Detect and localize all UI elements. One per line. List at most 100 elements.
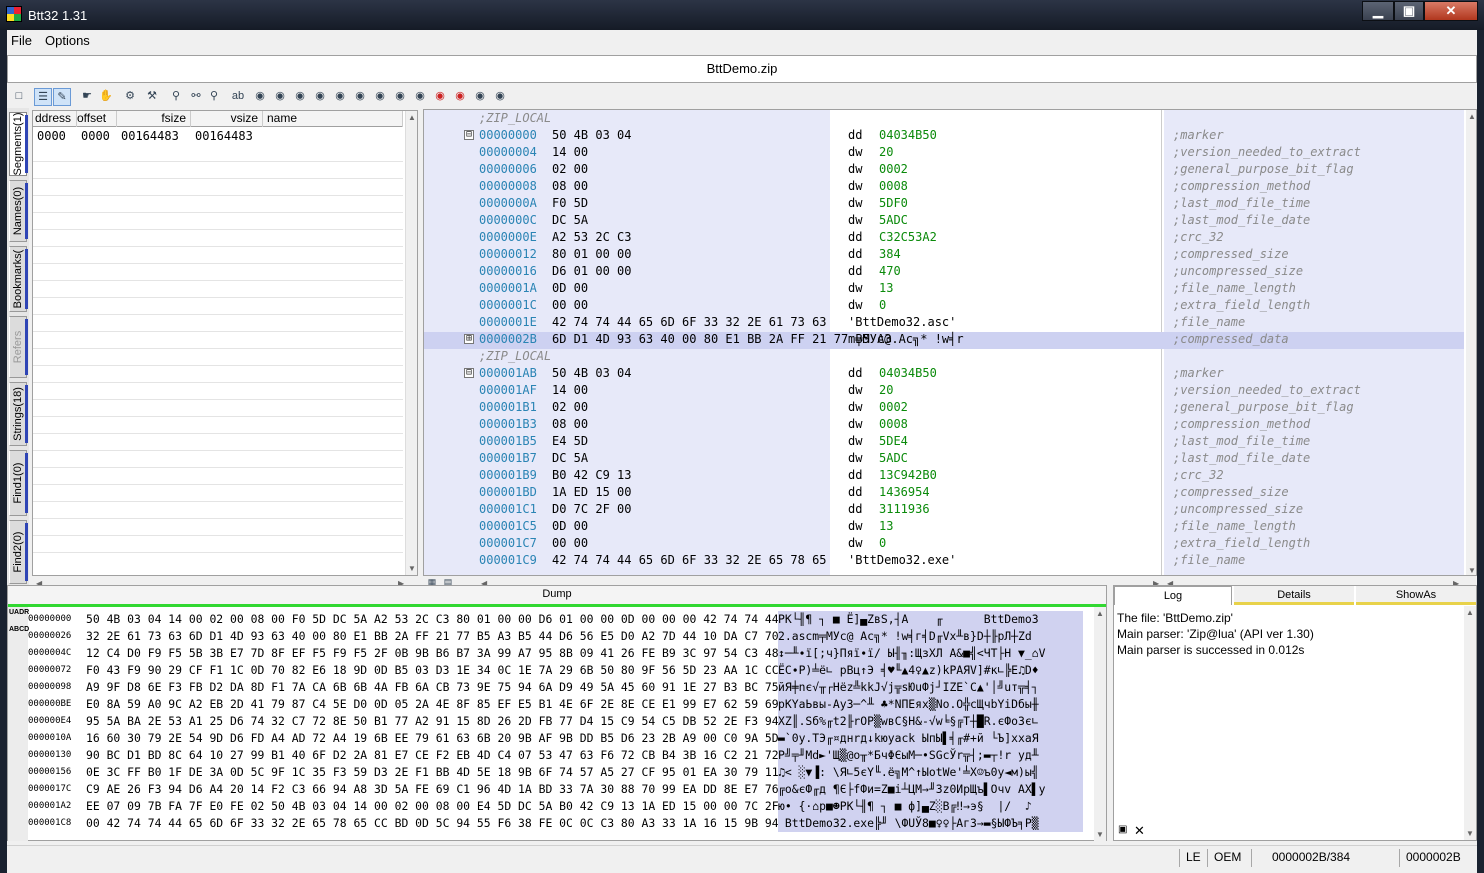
disasm-line[interactable]: 0000001C 00 00 dw 0 ;extra_field_length [424, 297, 1464, 314]
scroll-up-icon[interactable]: ▲ [408, 113, 416, 122]
settings-icon[interactable]: ⚙ [121, 88, 139, 106]
nav-2-icon[interactable]: ◉ [271, 88, 289, 106]
dump-scrollbar[interactable]: ▲ ▼ [1094, 607, 1106, 841]
alert-2-icon[interactable]: ◉ [451, 88, 469, 106]
dump-row[interactable]: 00000098 A9 9F D8 6E F3 FB D2 DA 8D F1 7A… [8, 679, 1096, 696]
segments-list[interactable]: ddress offset fsize vsize name 0000 0000… [32, 110, 418, 576]
nav-1-icon[interactable]: ◉ [251, 88, 269, 106]
col-fsize[interactable]: fsize [117, 111, 191, 127]
scroll-up-icon[interactable]: ▲ [1096, 609, 1104, 618]
tab-details[interactable]: Details [1234, 586, 1354, 605]
section-header[interactable]: ;ZIP_LOCAL [424, 110, 1464, 127]
binoculars-icon[interactable]: ⚯ [187, 88, 205, 106]
disasm-line[interactable]: 000001AF 14 00 dw 20 ;version_needed_to_extr… [424, 382, 1464, 399]
text-ab-icon[interactable]: ab [229, 88, 247, 106]
nav-9-icon[interactable]: ◉ [411, 88, 429, 106]
disasm-line[interactable]: 000001B9 B0 42 C9 13 dd 13C942B0 ;crc_32 [424, 467, 1464, 484]
dump-row[interactable]: 0000004C 12 C4 D0 F9 F5 5B 3B E7 7D 8F EF… [8, 645, 1096, 662]
alert-1-icon[interactable]: ◉ [431, 88, 449, 106]
dump-row[interactable]: 000001C8 00 42 74 74 44 65 6D 6F 33 32 2E… [8, 815, 1096, 832]
disasm-line[interactable]: 0000001A 0D 00 dw 13 ;file_name_length [424, 280, 1464, 297]
disasm-line[interactable]: 00000006 02 00 dw 0002 ;general_purpose_bit_… [424, 161, 1464, 178]
nav-8-icon[interactable]: ◉ [391, 88, 409, 106]
app-icon[interactable] [6, 6, 22, 22]
disassembly-scrollbar[interactable]: ▲ ▼ [1466, 110, 1476, 575]
disasm-line[interactable]: ⊟ 00000000 50 4B 03 04 dd 04034B50 ;marker [424, 127, 1464, 144]
dump-panel[interactable]: Dump UADR ABCD 00000000 50 4B 03 04 14 00… [7, 585, 1107, 841]
col-name[interactable]: name [263, 111, 403, 127]
disasm-line[interactable]: 00000008 08 00 dw 0008 ;compression_method [424, 178, 1464, 195]
disasm-line[interactable]: 0000000C DC 5A dw 5ADC ;last_mod_file_date [424, 212, 1464, 229]
log-scrollbar[interactable]: ▲ ▼ [1464, 606, 1476, 840]
nav-4-icon[interactable]: ◉ [311, 88, 329, 106]
clear-log-icon[interactable]: ✕ [1134, 823, 1145, 839]
dump-row[interactable]: 00000130 90 BC D1 BD 8C 64 10 27 99 B1 40… [8, 747, 1096, 764]
tab-find2[interactable]: Find2(0) [9, 520, 28, 584]
tab-find1[interactable]: Find1(0) [9, 450, 28, 516]
view-list-icon[interactable]: ☰ [34, 88, 52, 106]
goto-icon[interactable]: ☛ [78, 88, 96, 106]
tab-bookmarks[interactable]: Bookmarks( [9, 246, 28, 312]
nav-11-icon[interactable]: ◉ [491, 88, 509, 106]
dump-row[interactable]: 00000156 0E 3C FF B0 1F DE 3A 0D 5C 9F 1C… [8, 764, 1096, 781]
tab-log[interactable]: Log [1114, 586, 1232, 605]
scroll-up-icon[interactable]: ▲ [1466, 608, 1474, 617]
new-file-icon[interactable]: □ [10, 88, 28, 106]
col-offset[interactable]: offset [77, 111, 117, 127]
col-address[interactable]: ddress [35, 111, 77, 127]
pin-icon[interactable]: ▣ [1118, 824, 1127, 835]
find-next-icon[interactable]: ⚲ [205, 88, 223, 106]
menu-options[interactable]: Options [45, 33, 90, 48]
menu-file[interactable]: File [11, 33, 32, 48]
col-vsize[interactable]: vsize [191, 111, 263, 127]
tab-showas[interactable]: ShowAs [1356, 586, 1476, 605]
nav-3-icon[interactable]: ◉ [291, 88, 309, 106]
disassembly-view[interactable]: ;ZIP_LOCAL ⊟ 00000000 50 4B 03 04 dd 04034B50… [423, 109, 1477, 576]
expand-icon[interactable]: ⊞ [464, 334, 474, 344]
disasm-line[interactable]: 00000004 14 00 dw 20 ;version_needed_to_extr… [424, 144, 1464, 161]
section-header[interactable]: ;ZIP_LOCAL [424, 348, 1464, 365]
disasm-line[interactable]: 000001B1 02 00 dw 0002 ;general_purpose_bit_… [424, 399, 1464, 416]
disasm-line[interactable]: 00000012 80 01 00 00 dd 384 ;compressed_size [424, 246, 1464, 263]
search-icon[interactable]: ⚲ [167, 88, 185, 106]
scroll-down-icon[interactable]: ▼ [1096, 830, 1104, 839]
collapse-icon[interactable]: ⊟ [464, 130, 474, 140]
maximize-button[interactable]: ▣ [1394, 1, 1424, 21]
dump-row[interactable]: 000000E4 95 5A BA 2E 53 A1 25 D6 74 32 C7… [8, 713, 1096, 730]
disasm-line[interactable]: 0000000E A2 53 2C C3 dd C32C53A2 ;crc_32 [424, 229, 1464, 246]
table-row[interactable]: 0000 0000 00164483 00164483 [33, 128, 403, 144]
dump-row[interactable]: 00000072 F0 43 F9 90 29 CF F1 1C 0D 70 82… [8, 662, 1096, 679]
disasm-line[interactable]: 00000016 D6 01 00 00 dd 470 ;uncompressed_si… [424, 263, 1464, 280]
disasm-line[interactable]: ⊞ 0000002B 6D D1 4D 93 63 40 00 80 E1 BB 2… [424, 331, 1464, 348]
disasm-line[interactable]: 000001B3 08 00 dw 0008 ;compression_method [424, 416, 1464, 433]
disasm-line[interactable]: 000001C7 00 00 dw 0 ;extra_field_length [424, 535, 1464, 552]
segments-scrollbar[interactable]: ▲ ▼ [405, 111, 417, 575]
nav-7-icon[interactable]: ◉ [371, 88, 389, 106]
nav-10-icon[interactable]: ◉ [471, 88, 489, 106]
disasm-line[interactable]: 000001BD 1A ED 15 00 dd 1436954 ;compressed_… [424, 484, 1464, 501]
scroll-down-icon[interactable]: ▼ [408, 564, 416, 573]
disasm-line[interactable]: 0000000A F0 5D dw 5DF0 ;last_mod_file_time [424, 195, 1464, 212]
scroll-down-icon[interactable]: ▼ [1466, 829, 1474, 838]
dump-row[interactable]: 000001A2 EE 07 09 7B FA 7F E0 FE 02 50 4B… [8, 798, 1096, 815]
disasm-line[interactable]: ⊟ 000001AB 50 4B 03 04 dd 04034B50 ;marker [424, 365, 1464, 382]
disasm-line[interactable]: 000001C9 42 74 74 44 65 6D 6F 33 32 2E 65… [424, 552, 1464, 569]
dump-row[interactable]: 0000010A 16 60 30 79 2E 54 9D D6 FD A4 AD… [8, 730, 1096, 747]
status-encoding[interactable]: OEM [1207, 849, 1251, 867]
disasm-line[interactable]: 000001B5 E4 5D dw 5DE4 ;last_mod_file_time [424, 433, 1464, 450]
tab-dump[interactable]: Dump [8, 586, 1106, 604]
tab-names[interactable]: Names(0) [9, 180, 28, 242]
close-button[interactable]: ✕ [1424, 1, 1478, 21]
dump-row[interactable]: 00000026 32 2E 61 73 63 6D D1 4D 93 63 40… [8, 628, 1096, 645]
scroll-up-icon[interactable]: ▲ [1468, 112, 1476, 121]
disasm-line[interactable]: 000001B7 DC 5A dw 5ADC ;last_mod_file_date [424, 450, 1464, 467]
dump-row[interactable]: 000000BE E0 8A 59 A0 9C A2 EB 2D 41 79 87… [8, 696, 1096, 713]
disasm-line[interactable]: 000001C5 0D 00 dw 13 ;file_name_length [424, 518, 1464, 535]
nav-5-icon[interactable]: ◉ [331, 88, 349, 106]
status-endian[interactable]: LE [1179, 849, 1207, 867]
tab-strings[interactable]: Strings(18) [9, 382, 28, 446]
tab-refers[interactable]: Refers [9, 316, 28, 378]
disasm-line[interactable]: 000001C1 D0 7C 2F 00 dd 3111936 ;uncompresse… [424, 501, 1464, 518]
dump-row[interactable]: 0000017C C9 AE 26 F3 94 D6 A4 20 14 F2 C3… [8, 781, 1096, 798]
disasm-line[interactable]: 0000001E 42 74 74 44 65 6D 6F 33 32 2E 61… [424, 314, 1464, 331]
